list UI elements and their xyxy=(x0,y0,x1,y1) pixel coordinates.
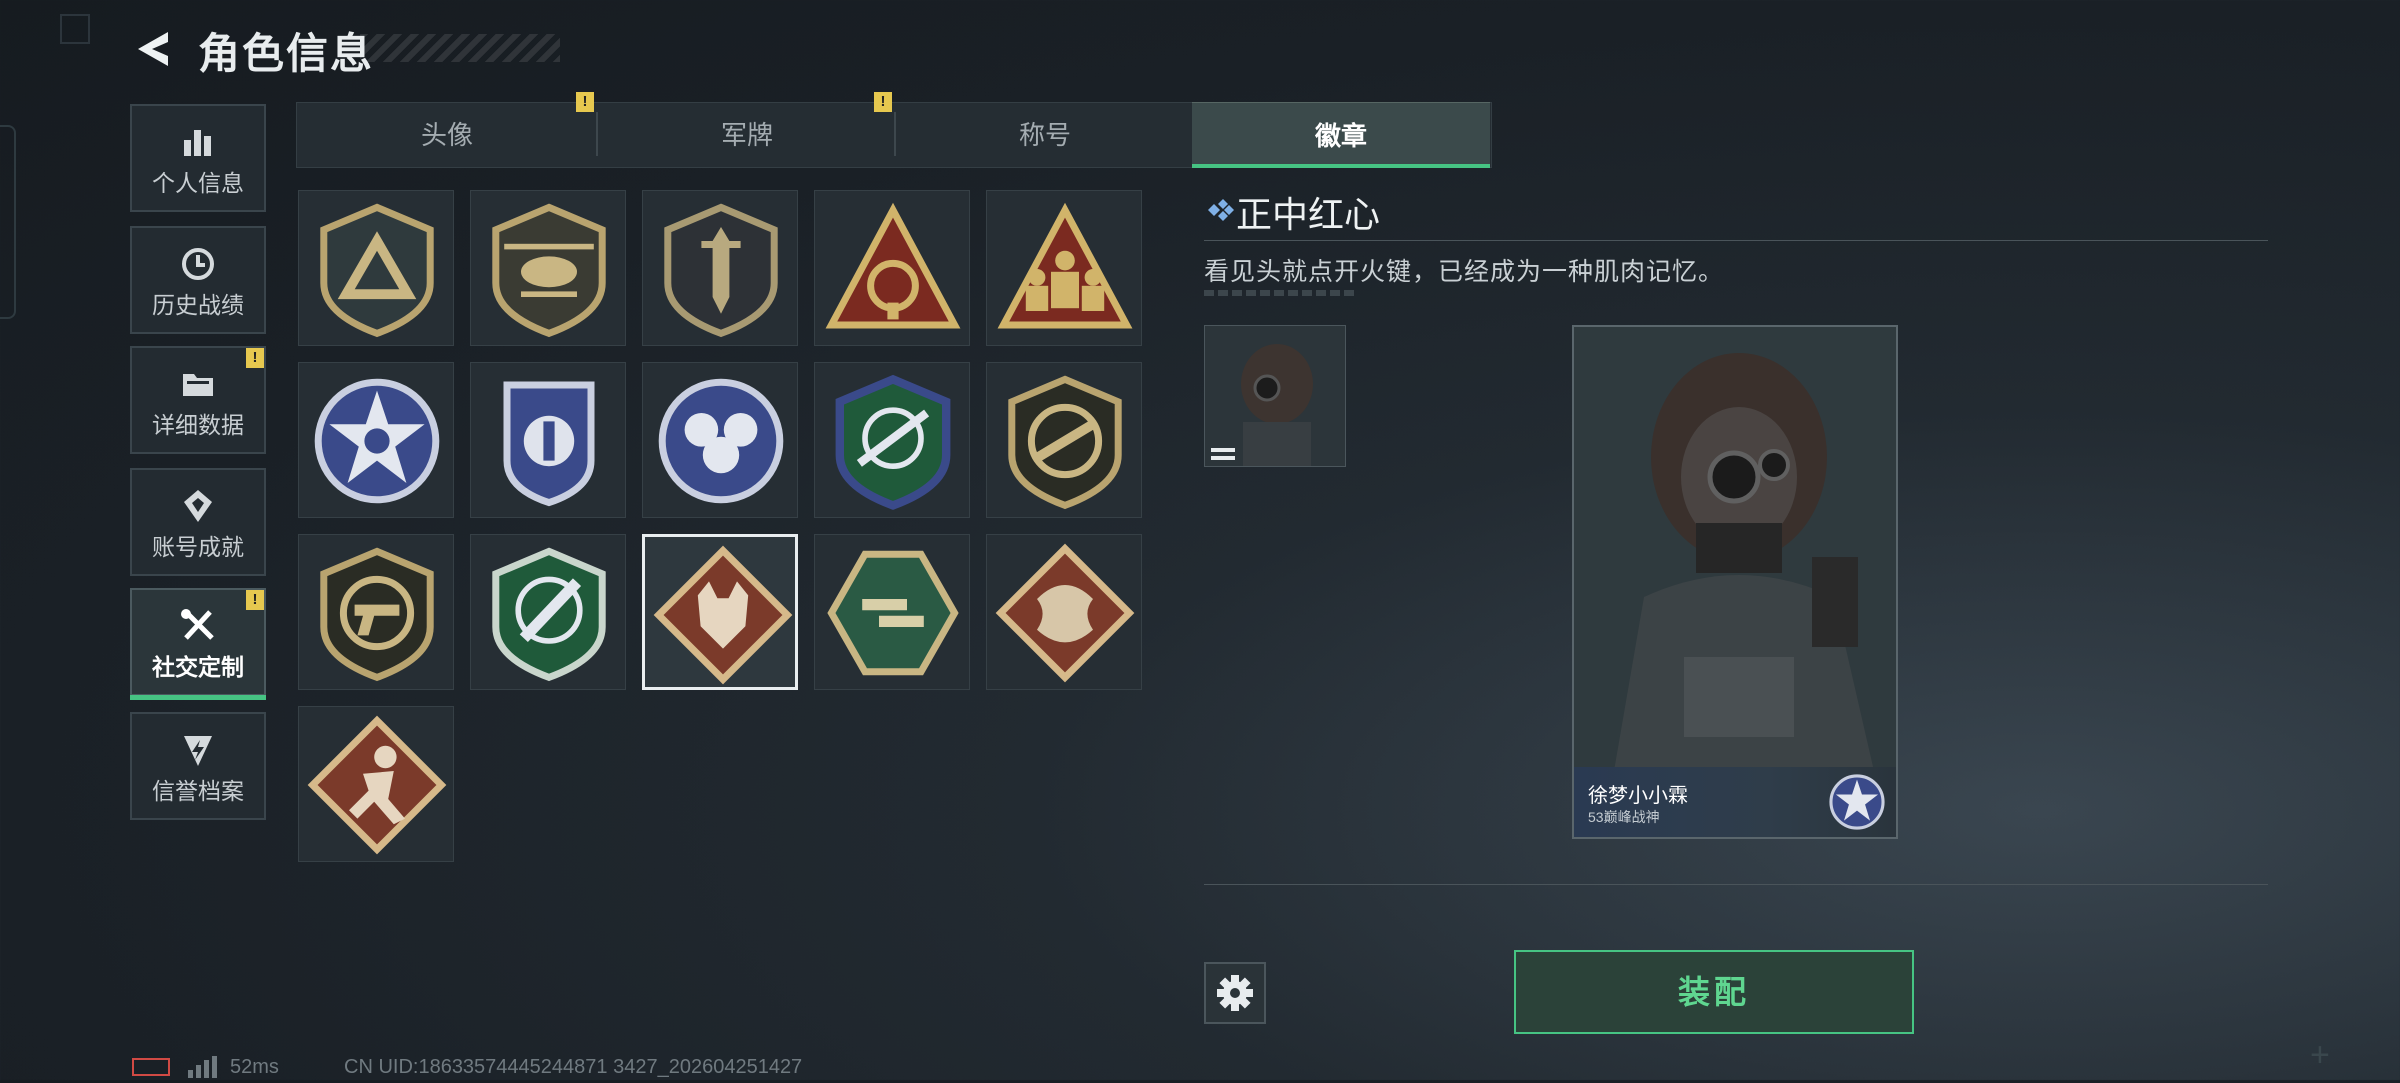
badge-cell[interactable] xyxy=(470,362,626,518)
page-title: 角色信息 xyxy=(198,30,375,77)
badge-title: 正中红心 xyxy=(1236,194,1381,235)
back-arrow-icon xyxy=(138,32,168,66)
badge-cell[interactable] xyxy=(298,534,454,690)
player-card: 徐梦小小霖 53巅峰战神 xyxy=(1572,325,1898,839)
badge-cell[interactable] xyxy=(814,534,970,690)
sidebar-item-label: 详细数据 xyxy=(152,412,244,438)
sidebar-item-detailed-data[interactable]: 详细数据 ! xyxy=(130,346,266,454)
alert-badge: ! xyxy=(246,590,264,610)
sidebar-item-label: 历史战绩 xyxy=(152,292,244,318)
settings-button[interactable] xyxy=(1204,962,1266,1024)
signal-icon xyxy=(186,1056,218,1083)
back-button[interactable] xyxy=(128,26,174,72)
equipped-badge-icon xyxy=(1826,771,1888,833)
badge-cell[interactable] xyxy=(814,190,970,346)
achievement-icon xyxy=(132,486,264,526)
runner-diamond-badge-icon xyxy=(307,715,447,855)
globe-triangle-badge-icon xyxy=(825,202,961,329)
badge-cell[interactable] xyxy=(642,190,798,346)
character-portrait-icon xyxy=(1574,327,1896,771)
arrow-shield-badge-icon xyxy=(320,203,434,338)
badge-cell-selected[interactable] xyxy=(642,534,798,690)
sidebar-item-reputation[interactable]: 信誉档案 xyxy=(130,712,266,820)
tab-title[interactable]: 称号 xyxy=(896,102,1194,168)
guns-hexagon-badge-icon xyxy=(827,550,959,676)
ribbon-shield-badge-icon xyxy=(503,381,595,507)
battery-icon xyxy=(132,1058,170,1076)
badge-cell[interactable] xyxy=(298,706,454,862)
edge-handle[interactable] xyxy=(0,125,16,319)
sidebar-item-battle-history[interactable]: 历史战绩 xyxy=(130,226,266,334)
corner-frame xyxy=(60,14,90,44)
badge-cell[interactable] xyxy=(470,534,626,690)
badge-cell[interactable] xyxy=(986,362,1142,518)
skulls-badge-icon xyxy=(658,378,784,504)
sidebar-item-achievements[interactable]: 账号成就 xyxy=(130,468,266,576)
ping-text: 52ms xyxy=(230,1056,279,1078)
badge-cell[interactable] xyxy=(298,362,454,518)
character-portrait-icon xyxy=(1205,326,1345,466)
clock-icon xyxy=(132,244,264,284)
corner-crosshair-icon: + xyxy=(2310,1036,2330,1074)
title-diamond-icon xyxy=(1200,196,1236,229)
sidebar-item-label: 个人信息 xyxy=(152,170,244,196)
folder-icon xyxy=(132,364,264,404)
alert-badge: ! xyxy=(874,92,892,112)
shield-bolt-icon xyxy=(132,730,264,770)
divider xyxy=(1204,884,2268,885)
soldiers-triangle-badge-icon xyxy=(997,202,1133,329)
badge-cell[interactable] xyxy=(642,362,798,518)
wolf-diamond-badge-icon xyxy=(653,545,793,685)
badge-cell[interactable] xyxy=(986,534,1142,690)
tab-badge[interactable]: 徽章 xyxy=(1192,102,1490,168)
badge-cell[interactable] xyxy=(814,362,970,518)
gear-icon xyxy=(1217,975,1253,1011)
rifle-crosshair-badge-icon xyxy=(835,374,951,510)
divider xyxy=(1204,240,2268,241)
equip-button[interactable]: 装配 xyxy=(1514,950,1914,1034)
knife-crosshair-badge-icon xyxy=(492,547,606,682)
player-card-footer: 徐梦小小霖 53巅峰战神 xyxy=(1574,767,1896,837)
tab-avatar[interactable]: 头像 xyxy=(298,102,596,168)
uid-text: CN UID:18633574445244871 3427_2026042514… xyxy=(344,1056,803,1078)
player-rank: 53巅峰战神 xyxy=(1588,809,1660,825)
tools-icon xyxy=(132,606,264,646)
pistol-circle-badge-icon xyxy=(320,547,434,682)
badge-description: 看见头就点开火键，已经成为一种肌肉记忆。 xyxy=(1204,258,1725,286)
sidebar-item-personal-info[interactable]: 个人信息 xyxy=(130,104,266,212)
sidebar-item-social-custom[interactable]: 社交定制 ! xyxy=(130,588,266,700)
tab-dogtag[interactable]: 军牌 xyxy=(598,102,896,168)
dragon-diamond-badge-icon xyxy=(995,543,1135,683)
bar-chart-icon xyxy=(132,122,264,162)
badge-cell[interactable] xyxy=(470,190,626,346)
avatar-thumbnail[interactable] xyxy=(1204,325,1346,467)
sidebar-item-label: 信誉档案 xyxy=(152,778,244,804)
title-decoration xyxy=(360,34,560,62)
alert-badge: ! xyxy=(246,348,264,368)
badge-cell[interactable] xyxy=(986,190,1142,346)
skull-star-badge-icon xyxy=(314,378,440,504)
badge-cell[interactable] xyxy=(298,190,454,346)
dagger-shield-badge-icon xyxy=(664,203,778,338)
smg-circle-badge-icon xyxy=(1008,375,1122,510)
player-name: 徐梦小小霖 xyxy=(1588,785,1688,807)
description-decoration xyxy=(1204,290,1354,296)
sidebar-item-label: 社交定制 xyxy=(152,654,244,680)
helicopter-badge-icon xyxy=(492,203,606,338)
sidebar-item-label: 账号成就 xyxy=(152,534,244,560)
alert-badge: ! xyxy=(576,92,594,112)
